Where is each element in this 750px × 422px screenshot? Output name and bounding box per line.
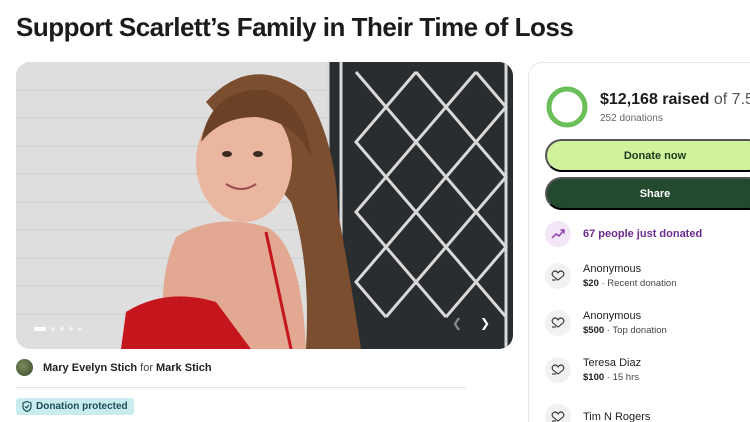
donation-meta: · 15 hrs — [604, 372, 639, 383]
carousel-dot[interactable] — [78, 327, 82, 331]
donor-name: Anonymous — [583, 263, 642, 275]
donation-protected-badge[interactable]: Donation protected — [16, 398, 134, 415]
avatar[interactable] — [16, 359, 33, 376]
recent-activity: 67 people just donated — [545, 221, 702, 247]
donation-amount: $500 — [583, 325, 605, 336]
chevron-right-icon[interactable]: ❯ — [473, 311, 497, 335]
organizer-text: Mary Evelyn Stich for Mark Stich — [43, 362, 212, 374]
campaign-photo — [16, 62, 513, 349]
donate-now-button[interactable]: Donate now — [545, 139, 750, 172]
donation-detail: $500 · Top donation — [583, 325, 667, 336]
donation-item: Anonymous $500 · Top donation — [545, 310, 667, 336]
donation-meta: · Top donation — [604, 325, 667, 336]
beneficiary-name[interactable]: Mark Stich — [156, 362, 212, 374]
goal-text: of 7.5K — [713, 91, 750, 108]
raised-amount: $12,168 raised — [600, 91, 710, 108]
heart-hand-icon — [545, 310, 571, 336]
donation-amount: $20 — [583, 278, 599, 289]
campaign-photo-carousel[interactable]: ❮ ❯ — [16, 62, 513, 349]
heart-hand-icon — [545, 357, 571, 383]
donation-item: Teresa Diaz $100 · 15 hrs — [545, 357, 641, 383]
donation-detail: $20 · Recent donation — [583, 278, 677, 289]
donation-amount: $100 — [583, 372, 605, 383]
carousel-dot[interactable] — [69, 327, 73, 331]
carousel-dot[interactable] — [51, 327, 55, 331]
carousel-indicators — [34, 327, 82, 331]
donation-meta: · Recent donation — [598, 278, 677, 289]
donor-name: Teresa Diaz — [583, 357, 642, 369]
carousel-dot[interactable] — [60, 327, 64, 331]
donation-detail: $100 · 15 hrs — [583, 372, 641, 383]
donation-item: Anonymous $20 · Recent donation — [545, 263, 677, 289]
shield-check-icon — [22, 401, 32, 412]
donations-count: 252 donations — [600, 113, 663, 124]
organizer-row: Mary Evelyn Stich for Mark Stich — [16, 359, 212, 376]
organizer-name[interactable]: Mary Evelyn Stich — [43, 362, 137, 374]
heart-hand-icon — [545, 263, 571, 289]
trending-up-icon — [545, 221, 571, 247]
donation-item: Tim N Rogers — [545, 404, 650, 422]
donor-name: Anonymous — [583, 310, 642, 322]
badge-label: Donation protected — [36, 401, 128, 412]
carousel-dot[interactable] — [34, 327, 46, 331]
for-word: for — [140, 361, 153, 374]
divider — [16, 387, 466, 388]
recent-activity-text[interactable]: 67 people just donated — [583, 228, 702, 240]
progress-ring — [546, 86, 588, 128]
heart-hand-icon — [545, 404, 571, 422]
share-button[interactable]: Share — [545, 177, 750, 210]
amount-raised: $12,168 raised of 7.5K — [600, 91, 750, 109]
chevron-left-icon[interactable]: ❮ — [445, 311, 469, 335]
donor-name: Tim N Rogers — [583, 411, 651, 422]
donation-panel: $12,168 raised of 7.5K 252 donations Don… — [528, 62, 750, 422]
campaign-title: Support Scarlett’s Family in Their Time … — [16, 12, 574, 42]
